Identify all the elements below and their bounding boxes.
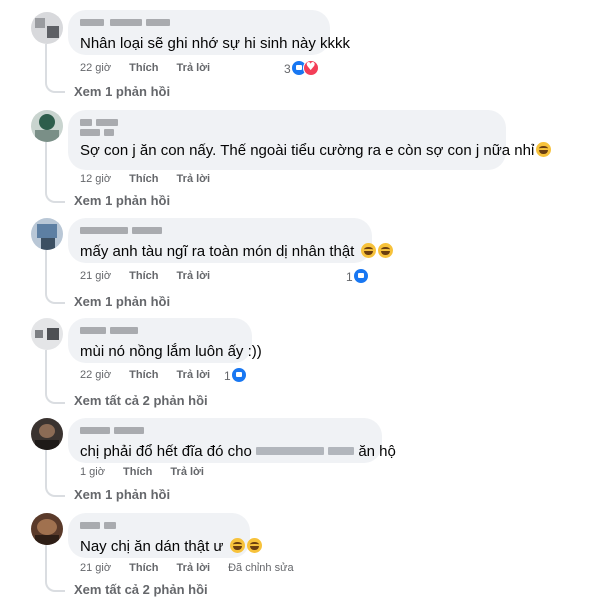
laughing-emoji-icon: [229, 538, 245, 553]
comment-bubble: mấy anh tàu ngĩ ra toàn món dị nhân thật: [68, 218, 393, 263]
avatar[interactable]: [31, 12, 63, 44]
thread-line: [45, 142, 65, 203]
tagged-name-redacted[interactable]: [255, 447, 324, 455]
reaction-summary[interactable]: 1: [346, 268, 369, 284]
comment-meta: 1 giờ Thích Trả lời: [80, 466, 219, 478]
like-button[interactable]: Thích: [129, 369, 158, 381]
edited-label: Đã chỉnh sửa: [228, 562, 294, 574]
like-button[interactable]: Thích: [129, 270, 158, 282]
avatar[interactable]: [31, 318, 63, 350]
comment-bubble: Nay chị ăn dán thật ư: [68, 513, 262, 558]
comment-time[interactable]: 1 giờ: [80, 466, 105, 478]
laughing-emoji-icon: [536, 142, 552, 157]
comment-meta: 21 giờ Thích Trả lời: [80, 270, 225, 282]
comment-time[interactable]: 21 giờ: [80, 562, 111, 574]
avatar[interactable]: [31, 110, 63, 142]
avatar[interactable]: [31, 418, 63, 450]
comment-meta: 12 giờ Thích Trả lời: [80, 173, 225, 185]
thread-line: [45, 44, 65, 93]
avatar[interactable]: [31, 513, 63, 545]
thread-line: [45, 350, 65, 404]
view-replies-link[interactable]: Xem 1 phản hồi: [74, 487, 170, 502]
view-replies-link[interactable]: Xem tất cả 2 phản hồi: [74, 582, 208, 597]
author-name-redacted[interactable]: [80, 17, 318, 28]
comment-text: mấy anh tàu ngĩ ra toàn món dị nhân thật: [80, 242, 393, 261]
laughing-emoji-icon: [246, 538, 262, 553]
comment-time[interactable]: 22 giờ: [80, 369, 111, 381]
comment-text: Nay chị ăn dán thật ư: [80, 537, 262, 556]
view-replies-link[interactable]: Xem 1 phản hồi: [74, 294, 170, 309]
laughing-emoji-icon: [377, 243, 393, 258]
thread-line: [45, 450, 65, 497]
reply-button[interactable]: Trả lời: [177, 270, 211, 282]
reaction-summary[interactable]: 3: [284, 60, 319, 76]
comment-text: mùi nó nồng lắm luôn ấy :)): [80, 343, 262, 360]
comment-time[interactable]: 12 giờ: [80, 173, 111, 185]
comment-text: Sợ con j ăn con nấy. Thế ngoài tiểu cườn…: [80, 141, 552, 160]
like-button[interactable]: Thích: [129, 62, 158, 74]
like-button[interactable]: Thích: [129, 173, 158, 185]
view-replies-link[interactable]: Xem 1 phản hồi: [74, 193, 170, 208]
thread-line: [45, 250, 65, 304]
comment-bubble: chị phải đổ hết đĩa đó cho ăn hộ: [68, 418, 396, 463]
view-replies-link[interactable]: Xem 1 phản hồi: [74, 84, 170, 99]
reaction-summary[interactable]: 1: [224, 367, 247, 383]
reply-button[interactable]: Trả lời: [170, 466, 204, 478]
comment-bubble: Nhân loại sẽ ghi nhớ sự hi sinh này kkkk: [68, 10, 351, 55]
reply-button[interactable]: Trả lời: [177, 62, 211, 74]
reply-button[interactable]: Trả lời: [177, 173, 211, 185]
comment-text: Nhân loại sẽ ghi nhớ sự hi sinh này kkkk: [80, 35, 351, 52]
avatar[interactable]: [31, 218, 63, 250]
tagged-name-redacted[interactable]: [328, 447, 355, 455]
author-name-redacted[interactable]: [80, 117, 494, 137]
view-replies-link[interactable]: Xem tất cả 2 phản hồi: [74, 393, 208, 408]
reaction-count: 1: [224, 369, 231, 383]
reaction-count: 1: [346, 270, 353, 284]
comment-bubble: Sợ con j ăn con nấy. Thế ngoài tiểu cườn…: [68, 110, 552, 170]
author-name-redacted[interactable]: [80, 520, 238, 531]
comment-meta: 22 giờ Thích Trả lời: [80, 369, 225, 381]
thread-line: [45, 545, 65, 592]
reaction-count: 3: [284, 62, 291, 76]
reply-button[interactable]: Trả lời: [177, 562, 211, 574]
comment-bubble: mùi nó nồng lắm luôn ấy :)): [68, 318, 262, 363]
comment-time[interactable]: 21 giờ: [80, 270, 111, 282]
like-icon: [230, 367, 247, 383]
reply-button[interactable]: Trả lời: [177, 369, 211, 381]
like-button[interactable]: Thích: [129, 562, 158, 574]
comment-text: chị phải đổ hết đĩa đó cho ăn hộ: [80, 443, 396, 460]
laughing-emoji-icon: [360, 243, 376, 258]
like-button[interactable]: Thích: [123, 466, 152, 478]
author-name-redacted[interactable]: [80, 425, 370, 436]
author-name-redacted[interactable]: [80, 325, 240, 336]
like-icon: [352, 268, 369, 284]
author-name-redacted[interactable]: [80, 225, 360, 236]
comment-time[interactable]: 22 giờ: [80, 62, 111, 74]
comment-meta: 22 giờ Thích Trả lời: [80, 62, 225, 74]
comment-meta: 21 giờ Thích Trả lời Đã chỉnh sửa: [80, 562, 309, 574]
heart-icon: [302, 60, 319, 76]
